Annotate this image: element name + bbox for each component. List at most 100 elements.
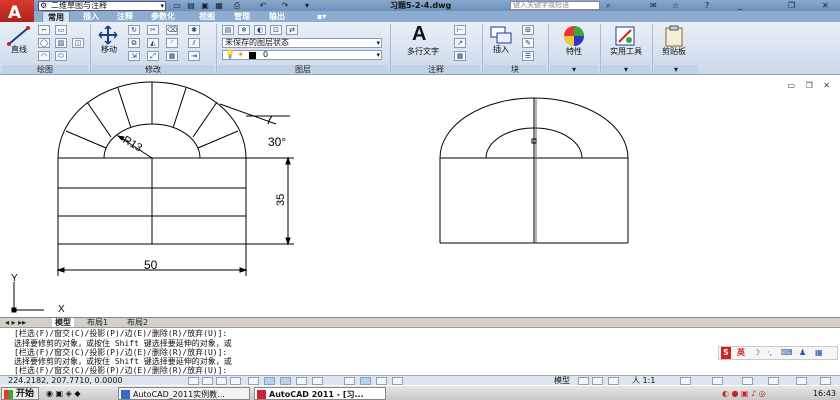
layer-match-icon[interactable]: ⇄ xyxy=(286,25,298,35)
layer-off-icon[interactable]: ◐ xyxy=(254,25,266,35)
layer-dropdown[interactable]: 💡 ☀ 0 ▾ xyxy=(222,50,382,60)
edit-attributes-icon[interactable]: ☰ xyxy=(522,51,534,61)
save-icon[interactable]: ▣ xyxy=(200,1,210,10)
edit-block-icon[interactable]: ✎ xyxy=(522,38,534,48)
table-icon[interactable]: ▦ xyxy=(454,51,466,61)
communication-icon[interactable]: ✉ xyxy=(650,0,657,11)
mirror-icon[interactable]: ◭ xyxy=(147,38,159,48)
panel-draw-label[interactable]: 绘图 xyxy=(2,65,88,74)
grid-toggle[interactable] xyxy=(216,377,227,385)
tab-parametric[interactable]: 参数化 xyxy=(146,11,180,22)
tray-icons[interactable]: ◐ ● ▣ ♪ ◎ xyxy=(722,389,766,398)
workspace-selector[interactable]: ⚙ 二维草图与注释 ▾ xyxy=(38,1,166,11)
open-icon[interactable]: ▤ xyxy=(186,1,196,10)
layer-properties-icon[interactable]: ▤ xyxy=(222,25,234,35)
minimize-icon[interactable]: _ xyxy=(738,0,742,11)
clipboard-icon[interactable] xyxy=(664,25,684,47)
keyboard-icon[interactable]: ⌨ xyxy=(781,347,793,359)
plot-icon[interactable]: ⎙ xyxy=(232,1,242,10)
panel-modify-label[interactable]: 修改 xyxy=(92,65,214,74)
hardware-acceleration-icon[interactable] xyxy=(796,377,807,385)
transparency-toggle[interactable] xyxy=(360,377,371,385)
tab-output[interactable]: 输出 xyxy=(264,11,290,22)
restore-icon[interactable]: ❐ xyxy=(788,0,795,11)
arc-icon[interactable]: ◠ xyxy=(38,51,50,61)
rectangle-icon[interactable]: ▭ xyxy=(55,25,67,35)
ortho-toggle[interactable] xyxy=(230,377,241,385)
quick-properties-toggle[interactable] xyxy=(376,377,387,385)
ellipse-icon[interactable]: ⬭ xyxy=(55,51,67,61)
tab-home[interactable]: 常用 xyxy=(42,11,70,22)
explode-icon[interactable]: ✱ xyxy=(188,25,200,35)
fillet-icon[interactable]: ◜ xyxy=(166,38,178,48)
ducs-toggle[interactable] xyxy=(296,377,307,385)
undo-icon[interactable]: ↶ xyxy=(258,1,268,10)
scale-icon[interactable]: ⤢ xyxy=(147,51,159,61)
tab-annotate[interactable]: 注释 xyxy=(112,11,138,22)
array-icon[interactable]: ▦ xyxy=(166,51,178,61)
start-button[interactable]: 开始 xyxy=(1,387,40,400)
taskbar-item[interactable]: AutoCAD 2011 - [习... xyxy=(254,387,386,400)
dyn-toggle[interactable] xyxy=(312,377,323,385)
ribbon-toggle-icon[interactable]: ▪▾ xyxy=(312,11,331,22)
properties-icon[interactable] xyxy=(563,25,585,47)
create-block-icon[interactable]: ⊞ xyxy=(522,25,534,35)
redo-icon[interactable]: ↷ xyxy=(280,1,290,10)
help-search-input[interactable]: 键入关键字或短语 xyxy=(510,1,600,10)
copy-icon[interactable]: ⧉ xyxy=(128,38,140,48)
annotation-visibility-icon[interactable] xyxy=(680,377,691,385)
layer-lock-icon[interactable]: ⊡ xyxy=(270,25,282,35)
ime-toolbar[interactable]: S 英 ☽ ·, ⌨ ♟ ▦ xyxy=(718,346,838,360)
extend-icon[interactable]: ⇥ xyxy=(188,51,200,61)
panel-utilities-toggle[interactable]: ▾ xyxy=(602,65,650,74)
polyline-icon[interactable]: ⌐ xyxy=(38,25,50,35)
ime-mode-label[interactable]: 英 xyxy=(737,347,745,359)
toolbox-icon[interactable]: ▦ xyxy=(815,347,823,359)
new-icon[interactable]: ▭ xyxy=(172,1,182,10)
selection-cycling-toggle[interactable] xyxy=(392,377,403,385)
erase-icon[interactable]: ⌫ xyxy=(166,25,178,35)
quick-launch-icons[interactable]: ◉ ▣ ◈ ◆ xyxy=(46,389,80,398)
snap-toggle[interactable] xyxy=(202,377,213,385)
trim-icon[interactable]: ✂ xyxy=(147,25,159,35)
help-icon[interactable]: ? xyxy=(705,0,709,11)
binoculars-icon[interactable]: ⌕ xyxy=(606,0,610,11)
lineweight-toggle[interactable] xyxy=(344,377,355,385)
right-view[interactable] xyxy=(439,97,629,244)
customize-icon[interactable]: ▾ xyxy=(302,1,312,10)
utilities-icon[interactable] xyxy=(614,25,636,47)
lock-icon[interactable] xyxy=(742,377,753,385)
tab-manage[interactable]: 管理 xyxy=(229,11,255,22)
tab-view[interactable]: 视图 xyxy=(194,11,220,22)
angle-dimension[interactable] xyxy=(219,103,290,125)
panel-block-label[interactable]: 块 xyxy=(484,65,546,74)
panel-clipboard-toggle[interactable]: ▾ xyxy=(654,65,698,74)
taskbar-item[interactable]: AutoCAD_2011实例教... xyxy=(118,387,250,400)
layer-freeze-icon[interactable]: ❄ xyxy=(238,25,250,35)
rotate-icon[interactable]: ↻ xyxy=(128,25,140,35)
star-icon[interactable]: ☆ xyxy=(672,0,679,11)
insert-block-icon[interactable] xyxy=(490,26,512,44)
tab-insert[interactable]: 插入 xyxy=(78,11,104,22)
multileader-icon[interactable]: ↗ xyxy=(454,38,466,48)
layer-state-dropdown[interactable]: 未保存的图层状态 ▾ xyxy=(222,38,382,48)
offset-icon[interactable]: ⫽ xyxy=(188,38,200,48)
clean-screen-icon[interactable] xyxy=(820,377,831,385)
multiline-text-icon[interactable]: A xyxy=(412,23,426,46)
quick-view-layouts-icon[interactable] xyxy=(578,377,589,385)
move-tool-icon[interactable] xyxy=(98,25,118,45)
saveas-icon[interactable]: ▦ xyxy=(214,1,224,10)
osnap-toggle[interactable] xyxy=(264,377,275,385)
panel-layers-label[interactable]: 图层 xyxy=(218,65,388,74)
circle-icon[interactable]: ◯ xyxy=(38,38,50,48)
person-icon[interactable]: ♟ xyxy=(799,347,806,359)
close-icon[interactable]: ✕ xyxy=(822,0,829,11)
linear-dimension-icon[interactable]: ⊢ xyxy=(454,25,466,35)
infer-constraints-toggle[interactable] xyxy=(188,377,199,385)
panel-properties-toggle[interactable]: ▾ xyxy=(550,65,598,74)
workspace-switching-icon[interactable] xyxy=(712,377,723,385)
hatch-icon[interactable]: ▨ xyxy=(55,38,67,48)
left-view[interactable] xyxy=(57,81,247,245)
drawing-canvas[interactable]: ▭ ❐ ✕ R13 30° 35 50 Y X xyxy=(0,76,840,317)
command-prompt-line[interactable]: [栏选(F)/窗交(C)/投影(P)/边(E)/删除(R)/放弃(U)]: xyxy=(14,366,227,375)
